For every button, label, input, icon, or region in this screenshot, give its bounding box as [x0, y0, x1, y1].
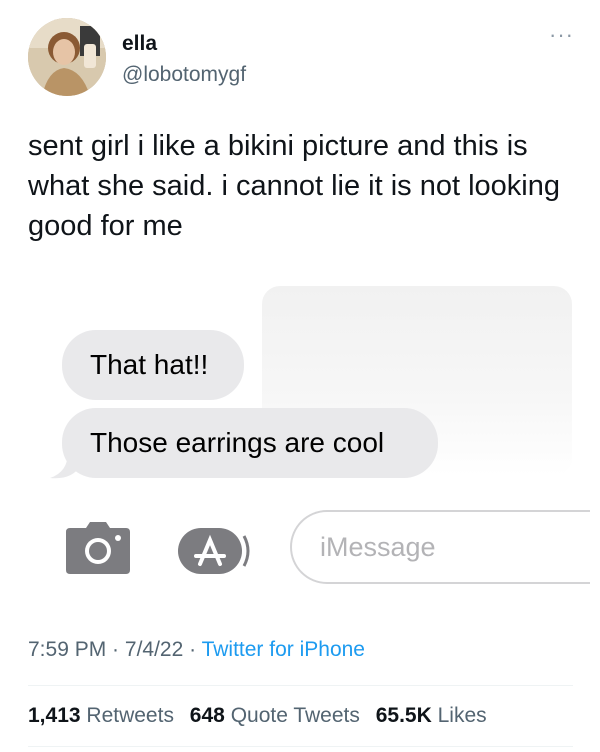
imessage-input[interactable]: iMessage: [290, 510, 590, 584]
likes-count: 65.5K: [375, 704, 432, 727]
tweet-date[interactable]: 7/4/22: [125, 638, 183, 661]
retweets-label: Retweets: [86, 704, 174, 727]
divider: [28, 685, 573, 686]
retweets-count: 1,413: [28, 704, 81, 727]
likes-stat[interactable]: 65.5K Likes: [376, 704, 487, 727]
message-text: That hat!!: [90, 349, 209, 380]
camera-icon[interactable]: [66, 522, 130, 574]
tweet-stats: 1,413 Retweets 648 Quote Tweets 65.5K Li…: [28, 704, 487, 728]
imessage-placeholder: iMessage: [320, 531, 436, 562]
meta-separator: ·: [183, 638, 202, 661]
message-bubble: Those earrings are cool: [62, 408, 438, 478]
author-handle[interactable]: @lobotomygf: [122, 63, 246, 87]
tweet-source[interactable]: Twitter for iPhone: [202, 638, 365, 661]
quotes-stat[interactable]: 648 Quote Tweets: [190, 704, 360, 727]
meta-separator: ·: [106, 638, 125, 661]
app-store-icon[interactable]: [178, 528, 256, 574]
message-bubble: That hat!!: [62, 330, 244, 400]
quotes-label: Quote Tweets: [230, 704, 360, 727]
tweet-media[interactable]: That hat!! Those earrings are cool iMess…: [0, 282, 600, 600]
tweet-time[interactable]: 7:59 PM: [28, 638, 106, 661]
quotes-count: 648: [189, 704, 225, 727]
tweet-meta: 7:59 PM · 7/4/22 · Twitter for iPhone: [28, 638, 365, 662]
tweet-header: ella @lobotomygf ···: [28, 18, 578, 98]
author-name[interactable]: ella: [122, 32, 157, 56]
likes-label: Likes: [437, 704, 487, 727]
bubble-tail: [50, 452, 80, 479]
avatar[interactable]: [28, 18, 106, 96]
tweet-text: sent girl i like a bikini picture and th…: [28, 130, 560, 242]
divider: [28, 746, 573, 747]
message-text: Those earrings are cool: [90, 427, 385, 458]
retweets-stat[interactable]: 1,413 Retweets: [28, 704, 174, 727]
more-horizontal-icon[interactable]: ···: [549, 24, 574, 46]
